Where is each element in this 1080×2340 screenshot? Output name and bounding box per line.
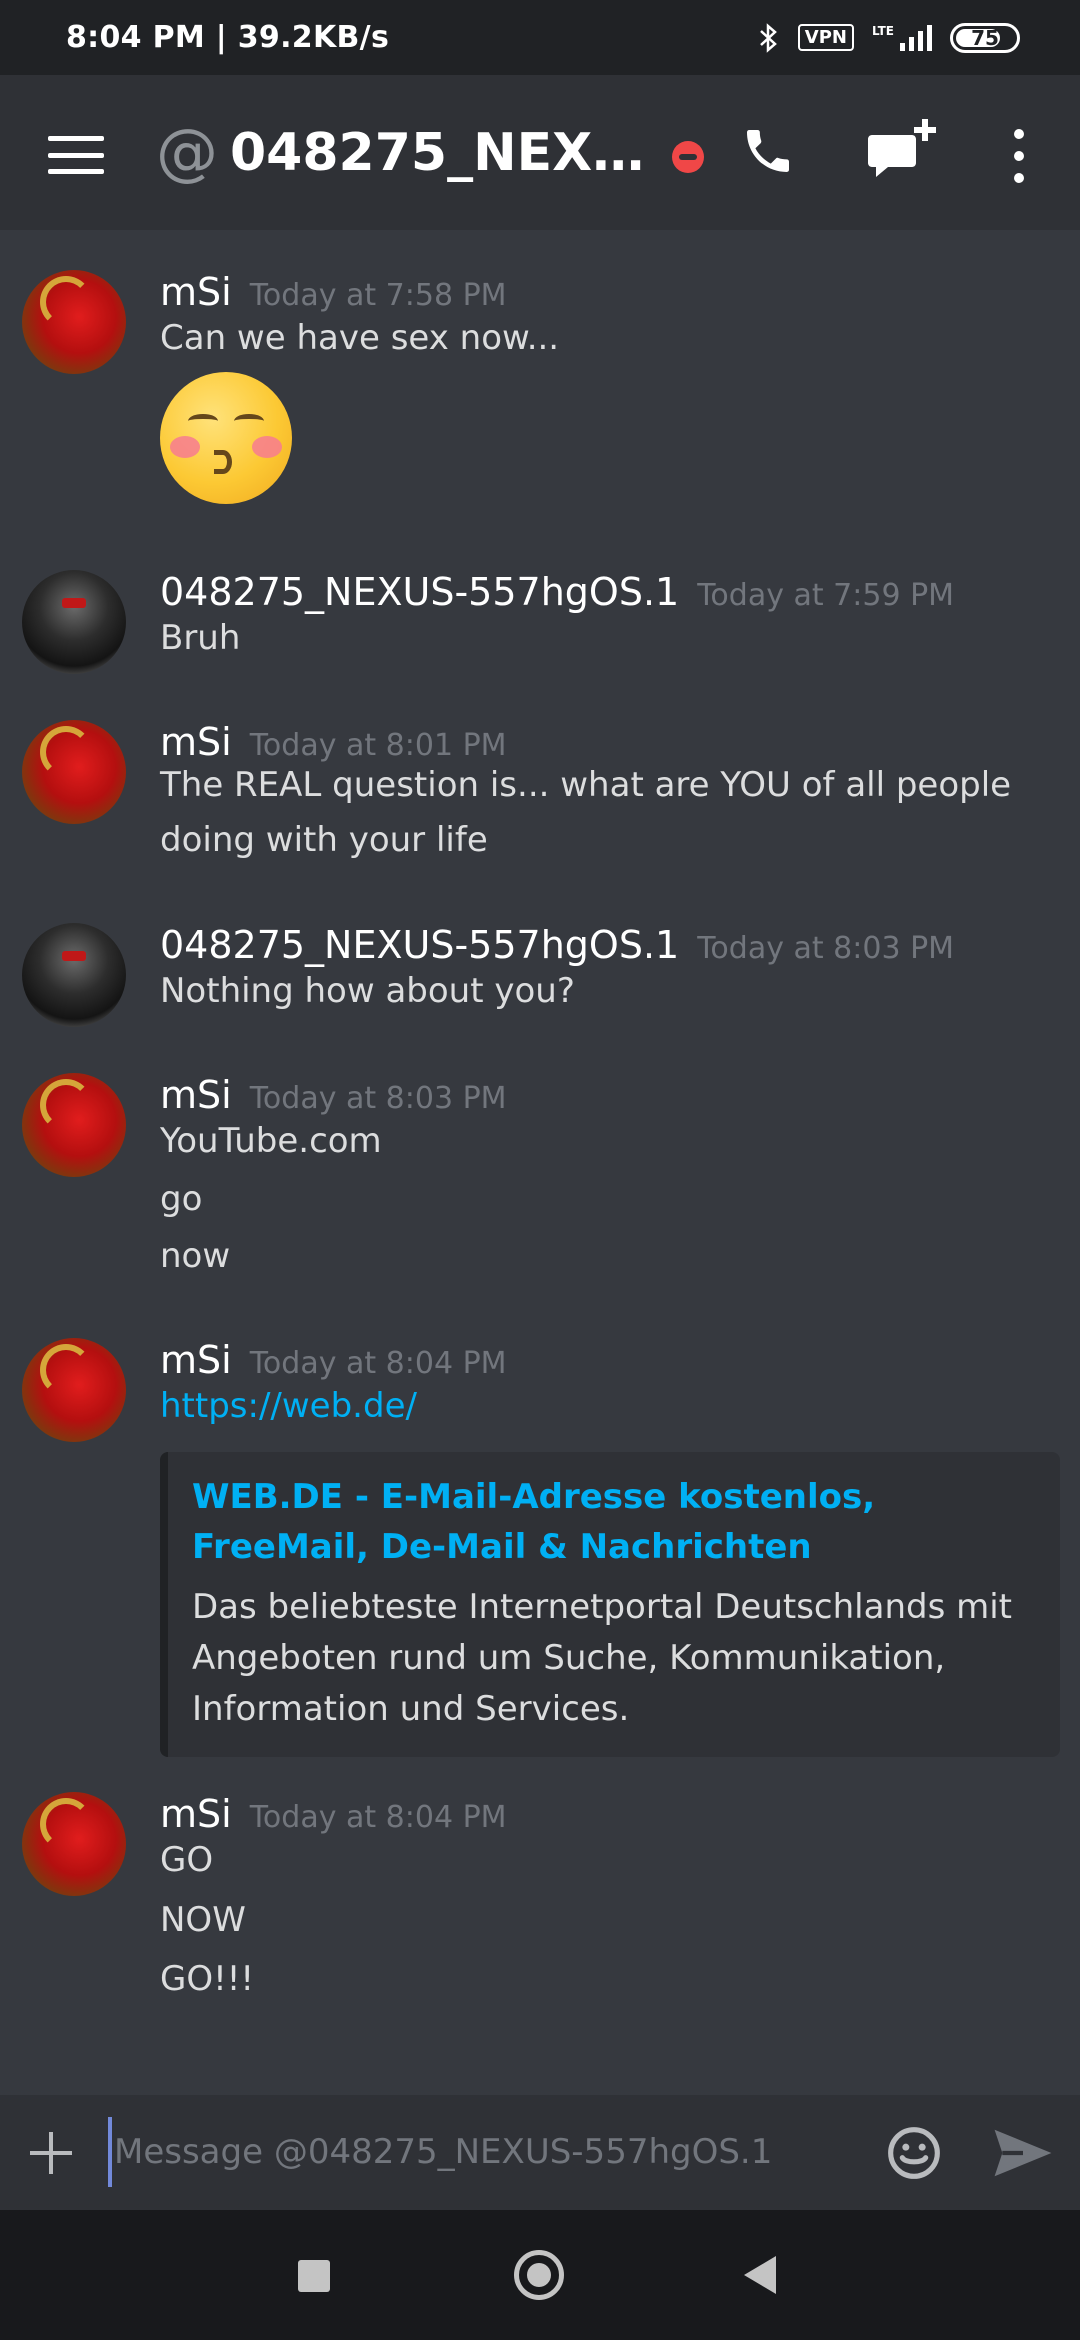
status-bar: 8:04 PM | 39.2KB/s VPN LTE 75 <box>0 0 1080 75</box>
message-header: 048275_NEXUS-557hgOS.1 Today at 8:03 PM <box>160 923 954 967</box>
new-group-dm-button[interactable] <box>866 117 938 189</box>
battery-icon: 75 <box>950 22 1020 53</box>
username[interactable]: 048275_NEXUS-557hgOS.1 <box>160 923 679 967</box>
channel-header: @ 048275_NEXUS... <box>0 75 1080 230</box>
message-text: GO <box>160 1840 214 1880</box>
message-text: Can we have sex now... <box>160 318 560 358</box>
message-header: mSi Today at 8:03 PM <box>160 1073 507 1117</box>
timestamp: Today at 8:04 PM <box>249 1346 507 1381</box>
message-text: Nothing how about you? <box>160 971 575 1011</box>
message-list: mSi Today at 7:58 PM Can we have sex now… <box>0 230 1080 2095</box>
call-button[interactable] <box>740 123 796 183</box>
avatar[interactable] <box>22 270 126 374</box>
message-input[interactable] <box>108 2117 848 2187</box>
do-not-disturb-icon <box>672 141 704 173</box>
network-type-label: LTE <box>871 23 894 38</box>
timestamp: Today at 8:03 PM <box>697 931 955 966</box>
smiley-icon <box>888 2127 940 2179</box>
avatar[interactable] <box>22 720 126 824</box>
android-navigation-bar <box>0 2210 1080 2340</box>
at-sign-icon: @ <box>156 115 218 188</box>
emoji-picker-button[interactable] <box>886 2125 942 2185</box>
message-header: 048275_NEXUS-557hgOS.1 Today at 7:59 PM <box>160 570 954 614</box>
chat-add-icon <box>868 119 936 177</box>
link-embed: WEB.DE - E-Mail-Adresse kostenlos, FreeM… <box>160 1452 1060 1757</box>
message-text: GO!!! <box>160 1959 254 1999</box>
message-link[interactable]: https://web.de/ <box>160 1386 417 1426</box>
avatar[interactable] <box>22 923 126 1027</box>
menu-icon[interactable] <box>48 136 104 174</box>
username[interactable]: 048275_NEXUS-557hgOS.1 <box>160 570 679 614</box>
message-header: mSi Today at 8:04 PM <box>160 1338 507 1382</box>
avatar[interactable] <box>22 1073 126 1177</box>
timestamp: Today at 8:03 PM <box>249 1081 507 1116</box>
timestamp: Today at 8:04 PM <box>249 1800 507 1835</box>
home-button[interactable] <box>514 2250 564 2300</box>
vpn-badge: VPN <box>797 24 854 51</box>
message-header: mSi Today at 7:58 PM <box>160 270 507 314</box>
send-icon <box>994 2129 1052 2177</box>
avatar[interactable] <box>22 570 126 674</box>
username[interactable]: mSi <box>160 1338 232 1382</box>
recents-button[interactable] <box>298 2260 330 2292</box>
channel-title[interactable]: 048275_NEXUS... <box>230 121 660 185</box>
status-time-speed: 8:04 PM | 39.2KB/s <box>66 20 390 55</box>
back-button[interactable] <box>744 2256 776 2294</box>
message-composer <box>0 2095 1080 2210</box>
username[interactable]: mSi <box>160 1792 232 1836</box>
avatar[interactable] <box>22 1792 126 1896</box>
battery-level: 75 <box>971 25 999 50</box>
avatar[interactable] <box>22 1338 126 1442</box>
message-text: go <box>160 1179 203 1219</box>
timestamp: Today at 7:59 PM <box>697 578 955 613</box>
send-button[interactable] <box>992 2127 1054 2183</box>
message-text: Bruh <box>160 618 241 658</box>
message-text: now <box>160 1236 231 1276</box>
status-icons: VPN LTE 75 <box>758 22 1020 54</box>
message-text: NOW <box>160 1900 246 1940</box>
kissing-closed-eyes-emoji <box>160 372 292 504</box>
message-text: YouTube.com <box>160 1121 382 1161</box>
timestamp: Today at 7:58 PM <box>249 278 507 313</box>
bluetooth-icon <box>758 22 780 54</box>
embed-title[interactable]: WEB.DE - E-Mail-Adresse kostenlos, FreeM… <box>192 1472 1036 1572</box>
signal-icon: LTE <box>871 23 932 51</box>
message-text: The REAL question is... what are YOU of … <box>160 765 1012 860</box>
more-options-icon[interactable] <box>1006 129 1032 183</box>
username[interactable]: mSi <box>160 1073 232 1117</box>
phone-icon <box>747 130 789 172</box>
username[interactable]: mSi <box>160 270 232 314</box>
embed-description: Das beliebteste Internetportal Deutschla… <box>192 1587 1013 1729</box>
add-attachment-button[interactable] <box>30 2132 72 2174</box>
message-header: mSi Today at 8:04 PM <box>160 1792 507 1836</box>
